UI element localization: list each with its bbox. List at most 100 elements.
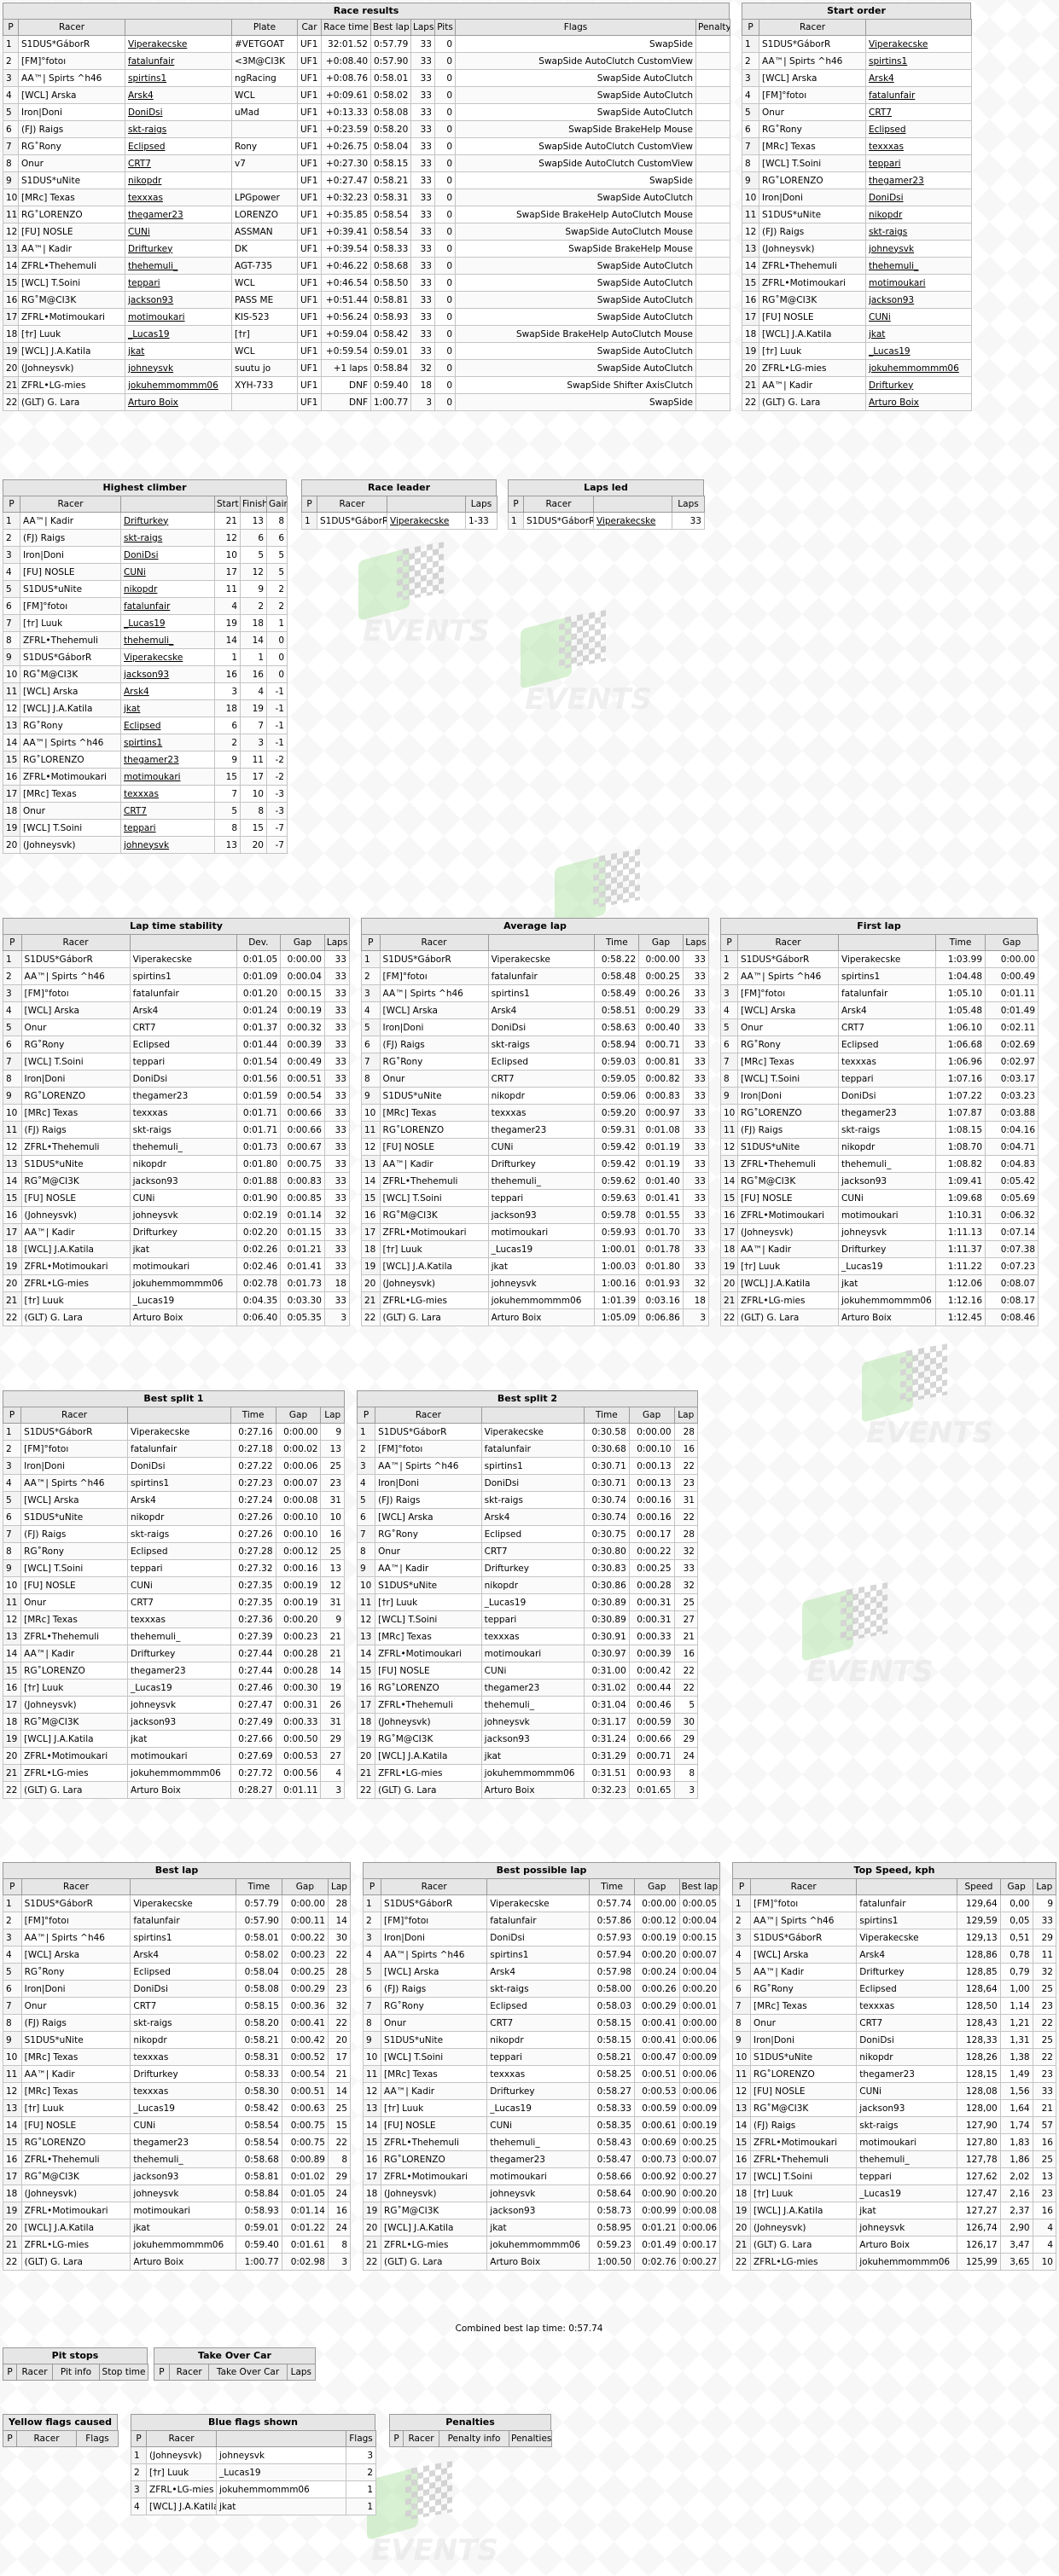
racer-link[interactable]: Eclipsed	[125, 137, 232, 155]
racer-link[interactable]: skt-raigs	[120, 529, 215, 547]
table-cell: 33	[682, 1223, 710, 1241]
table-cell: 33	[323, 1172, 351, 1190]
racer-link[interactable]: Arturo Boix	[125, 393, 232, 411]
racer-link[interactable]: Eclipsed	[865, 120, 972, 138]
racer-link[interactable]: Viperakecske	[120, 648, 215, 666]
racer-link[interactable]: spirtins1	[865, 52, 972, 70]
racer-link[interactable]: CUNi	[865, 308, 972, 326]
racer-link[interactable]: Arsk4	[865, 69, 972, 87]
racer-link[interactable]: fatalunfair	[125, 52, 232, 70]
racer-link[interactable]: jackson93	[125, 291, 232, 309]
racer-link[interactable]: DoniDsi	[125, 103, 232, 121]
table-cell: skt-raigs	[127, 1525, 231, 1543]
racer-link[interactable]: Drifturkey	[865, 376, 972, 394]
racer-link[interactable]: thegamer23	[125, 206, 232, 223]
table-cell: 33	[410, 69, 435, 87]
racer-link[interactable]: jokuhemmommm06	[125, 376, 232, 394]
table-cell: texxxas	[856, 1997, 958, 2015]
racer-link[interactable]: teppari	[125, 274, 232, 292]
table-cell: Viperakecske	[130, 1894, 236, 1912]
racer-link[interactable]: nikopdr	[865, 206, 972, 223]
racer-link[interactable]: teppari	[120, 819, 215, 837]
table-cell: 0:01.70	[638, 1223, 684, 1241]
column-header: Racer	[20, 1878, 131, 1895]
racer-link[interactable]: spirtins1	[120, 734, 215, 751]
racer-link[interactable]: thehemuli_	[865, 257, 972, 275]
table-row: 12 S1DUS*uNite nikopdr 1:08.70 0:04.71	[720, 1138, 1039, 1156]
table-cell: S1DUS*uNite	[379, 1087, 489, 1105]
column-header: Racer	[750, 1878, 858, 1895]
racer-link[interactable]: texxxas	[865, 137, 972, 155]
racer-link[interactable]: jackson93	[120, 665, 215, 683]
table-cell: Drifturkey	[486, 2082, 591, 2100]
table-cell: 10	[742, 189, 759, 206]
racer-link[interactable]: skt-raigs	[865, 223, 972, 241]
racer-link[interactable]: _Lucas19	[120, 614, 215, 632]
racer-link[interactable]: thegamer23	[120, 751, 215, 769]
racer-link[interactable]: thehemuli_	[120, 631, 215, 649]
racer-link[interactable]: texxxas	[125, 189, 232, 206]
racer-link[interactable]: _Lucas19	[125, 325, 232, 343]
racer-link[interactable]: thegamer23	[865, 171, 972, 189]
racer-link[interactable]: motimoukari	[865, 274, 972, 292]
racer-link[interactable]: DoniDsi	[120, 546, 215, 564]
racer-link[interactable]: Viperakecske	[387, 512, 466, 530]
table-cell: CUNi	[129, 1189, 237, 1207]
table-cell: [FM]°fotoı	[737, 984, 839, 1002]
table-cell: RG˚M@CI3K	[759, 291, 866, 309]
racer-link[interactable]: Arsk4	[125, 86, 232, 104]
racer-link[interactable]: johneysvk	[125, 359, 232, 377]
racer-link[interactable]: motimoukari	[120, 768, 215, 786]
racer-link[interactable]: nikopdr	[120, 580, 215, 598]
table-cell: 0:57.79	[370, 35, 411, 53]
table-cell: 0:05.42	[985, 1172, 1039, 1190]
racer-link[interactable]: Arturo Boix	[865, 393, 972, 411]
racer-link[interactable]: nikopdr	[125, 171, 232, 189]
table-cell: 22	[3, 1308, 22, 1326]
racer-link[interactable]: jkat	[120, 699, 215, 717]
racer-link[interactable]: CRT7	[125, 154, 232, 172]
table-cell: 0:00.00	[633, 1894, 680, 1912]
racer-link[interactable]: johneysvk	[865, 240, 972, 258]
table-cell: 8	[2, 1542, 22, 1560]
racer-link[interactable]: jkat	[865, 325, 972, 343]
racer-link[interactable]: _Lucas19	[865, 342, 972, 360]
racer-link[interactable]: Viperakecske	[865, 35, 972, 53]
table-cell: 8	[362, 2014, 382, 2032]
table-cell: Iron|Doni	[759, 189, 866, 206]
racer-link[interactable]: thehemuli_	[125, 257, 232, 275]
table-cell: (FJ) Raigs	[759, 223, 866, 241]
table-cell: 0:00.83	[638, 1087, 684, 1105]
racer-link[interactable]: Drifturkey	[120, 512, 215, 530]
racer-link[interactable]: jackson93	[865, 291, 972, 309]
racer-link[interactable]: Eclipsed	[120, 717, 215, 734]
racer-link[interactable]: jokuhemmommm06	[865, 359, 972, 377]
racer-link[interactable]: Drifturkey	[125, 240, 232, 258]
racer-link[interactable]: Arsk4	[120, 682, 215, 700]
racer-link[interactable]: jkat	[125, 342, 232, 360]
table-cell: 127,62	[957, 2167, 1001, 2185]
racer-link[interactable]: Viperakecske	[125, 35, 232, 53]
table-cell: 0:00.59	[628, 1713, 675, 1731]
racer-link[interactable]: fatalunfair	[865, 86, 972, 104]
racer-link[interactable]: texxxas	[120, 785, 215, 803]
table-cell: ZFRL•Motimoukari	[375, 1645, 482, 1662]
racer-link[interactable]: CRT7	[120, 802, 215, 820]
racer-link[interactable]: CUNi	[120, 563, 215, 581]
racer-link[interactable]: DoniDsi	[865, 189, 972, 206]
racer-link[interactable]: CRT7	[865, 103, 972, 121]
watermark-text: EVENTS	[371, 2533, 498, 2567]
racer-link[interactable]: spirtins1	[125, 69, 232, 87]
racer-link[interactable]: skt-raigs	[125, 120, 232, 138]
racer-link[interactable]: teppari	[865, 154, 972, 172]
racer-link[interactable]: Viperakecske	[593, 512, 672, 530]
first-lap-table: First lap P Racer Time Gap 1 S1DUS*GáborR Viper…	[720, 918, 1039, 1326]
racer-link[interactable]: johneysvk	[120, 836, 215, 854]
table-cell: 0:57.79	[235, 1894, 282, 1912]
table-cell: thehemuli_	[129, 1138, 237, 1156]
table-cell: 0:00.23	[281, 1946, 329, 1964]
table-row: 7 RG˚Rony Eclipsed Rony UF1 +0:26.75 0:58.04 33…	[3, 137, 730, 155]
racer-link[interactable]: CUNi	[125, 223, 232, 241]
racer-link[interactable]: motimoukari	[125, 308, 232, 326]
racer-link[interactable]: fatalunfair	[120, 597, 215, 615]
